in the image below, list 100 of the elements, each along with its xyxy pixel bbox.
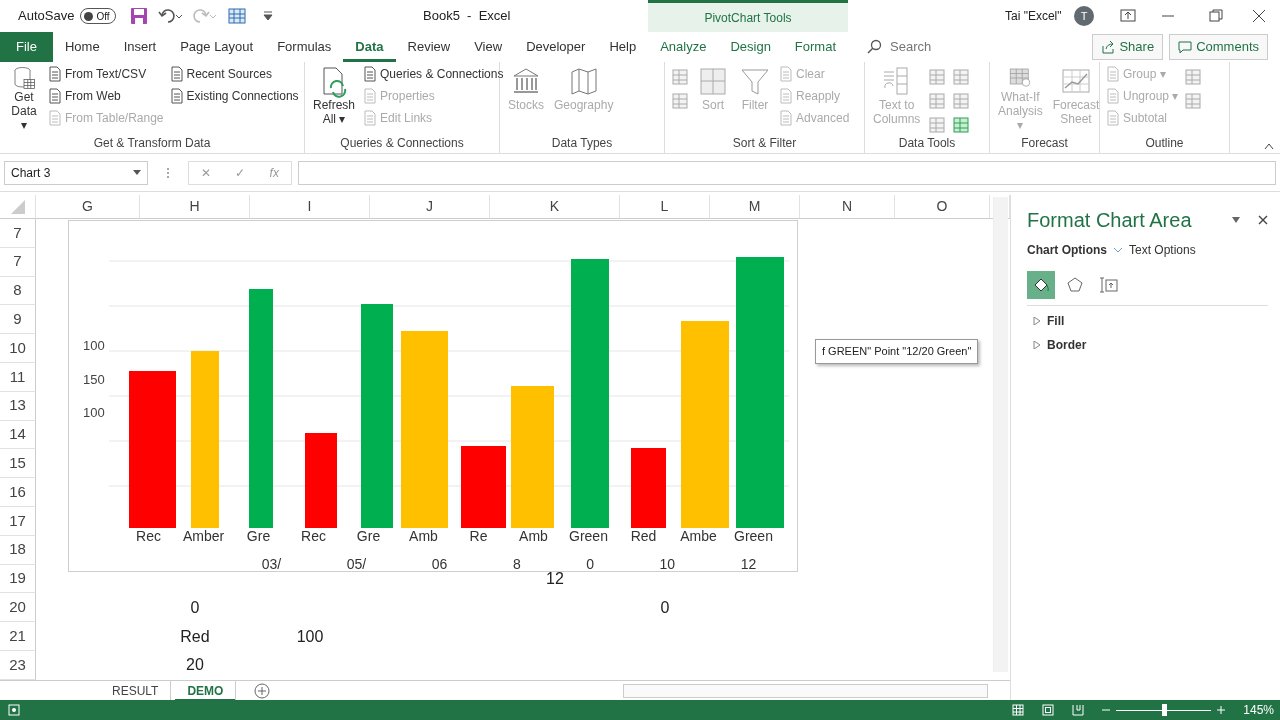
pane-section[interactable]: Fill <box>1033 312 1280 330</box>
page-break-icon[interactable] <box>1072 704 1085 716</box>
row-header[interactable]: 18 <box>0 535 36 565</box>
pane-icon-tab[interactable] <box>1027 271 1055 299</box>
autosave-label: AutoSave <box>18 7 75 26</box>
ribbon-tab[interactable]: Format <box>782 32 849 62</box>
add-sheet-icon[interactable] <box>254 682 271 699</box>
row-header[interactable]: 7 <box>0 219 36 248</box>
pane-tab[interactable]: Chart Options <box>1027 241 1107 259</box>
row-header[interactable]: 8 <box>0 276 36 306</box>
pane-title: Format Chart Area <box>1027 208 1192 233</box>
ribbon-tab[interactable]: Home <box>52 32 112 62</box>
ribbon-button[interactable]: Existing Connections <box>169 86 299 105</box>
column-header[interactable]: O <box>895 195 990 219</box>
axis-label: 100 <box>83 404 105 422</box>
comments-button[interactable]: Comments <box>1169 34 1268 60</box>
row-header[interactable]: 15 <box>0 449 36 479</box>
search-field[interactable]: Search <box>888 36 1039 58</box>
group-label: Data Tools <box>897 135 957 152</box>
category-label: Ambe <box>679 527 718 546</box>
ribbon-tab[interactable]: Page Layout <box>168 32 266 62</box>
ribbon-tab[interactable]: Help <box>597 32 649 62</box>
vertical-scrollbar[interactable] <box>993 197 1008 672</box>
chevron-icon[interactable] <box>1113 247 1123 253</box>
pane-section[interactable]: Border <box>1033 336 1280 354</box>
ribbon-tab[interactable]: Formulas <box>265 32 344 62</box>
undo-icon[interactable] <box>158 7 183 25</box>
row-header[interactable]: 23 <box>0 650 36 680</box>
ribbon-button[interactable]: Recent Sources <box>169 64 299 83</box>
pane-options-icon[interactable] <box>1232 217 1240 223</box>
chart-area[interactable]: 100 150 100 Rec Amber Gre Rec Gre Amb Re Amb Green Red Ambe Green 03/ 05/ 06 8 0 10 12 <box>68 220 798 572</box>
category-label: 10 <box>659 555 676 574</box>
table-cell-text: 0 <box>659 597 671 618</box>
row-header[interactable]: 14 <box>0 420 36 450</box>
group-label: Queries & Connections <box>339 135 465 152</box>
group-label: Sort & Filter <box>731 135 798 152</box>
name-box[interactable]: Chart 3 <box>4 160 148 185</box>
customize-icon[interactable] <box>262 10 275 22</box>
column-header[interactable]: I <box>250 195 370 219</box>
axis-label: 150 <box>83 370 105 389</box>
row-header[interactable]: 21 <box>0 622 36 651</box>
ribbon-tab[interactable]: Developer <box>514 32 598 62</box>
user-name: Tai "Excel" <box>1005 8 1062 25</box>
horizontal-scrollbar[interactable] <box>623 683 988 698</box>
pane-tab[interactable]: Text Options <box>1129 241 1196 259</box>
page-layout-icon[interactable] <box>1042 704 1055 716</box>
share-button[interactable]: Share <box>1092 34 1164 60</box>
ribbon-button[interactable]: From Web <box>48 86 164 105</box>
ribbon-tab[interactable]: Analyze <box>648 32 719 62</box>
zoom-in-icon[interactable] <box>1217 706 1226 714</box>
row-header[interactable]: 9 <box>0 305 36 335</box>
ribbon-display-icon[interactable] <box>1120 8 1136 23</box>
column-header[interactable]: H <box>140 195 250 219</box>
row-header[interactable]: 13 <box>0 391 36 421</box>
zoom-slider[interactable] <box>1161 703 1167 716</box>
category-label: 8 <box>512 555 521 574</box>
axis-label: 100 <box>83 337 105 355</box>
dropdown-icon <box>133 170 141 175</box>
search-icon[interactable] <box>866 39 883 55</box>
redo-icon[interactable] <box>192 7 217 25</box>
table-cell-text: Red <box>179 626 211 647</box>
collapse-ribbon-icon[interactable] <box>1264 142 1274 150</box>
row-header[interactable]: 10 <box>0 334 36 363</box>
row-header[interactable]: 20 <box>0 593 36 623</box>
ribbon-button[interactable]: From Text/CSV <box>48 64 164 83</box>
ribbon-tab[interactable]: Insert <box>111 32 169 62</box>
normal-view-icon[interactable] <box>1012 704 1025 716</box>
category-label: Green <box>733 527 774 546</box>
group-label: Outline <box>1144 135 1185 152</box>
save-icon[interactable] <box>130 7 149 25</box>
expand-icon <box>1033 317 1041 325</box>
column-header[interactable]: G <box>36 195 140 219</box>
ribbon-button[interactable]: Queries & Connections <box>363 64 504 83</box>
row-header[interactable]: 17 <box>0 506 36 536</box>
user-avatar[interactable]: T <box>1074 6 1094 26</box>
ribbon-tab[interactable]: File <box>0 32 53 62</box>
ribbon-tab[interactable]: Design <box>718 32 783 62</box>
row-header[interactable]: 11 <box>0 363 36 392</box>
group-label: Data Types <box>550 135 614 152</box>
column-header[interactable]: K <box>490 195 620 219</box>
ribbon-tab[interactable]: View <box>462 32 515 62</box>
formula-field[interactable] <box>298 160 1276 185</box>
row-header[interactable]: 7 <box>0 247 36 277</box>
category-label: 03/ <box>261 555 282 574</box>
close-icon[interactable] <box>1258 215 1268 225</box>
column-header[interactable]: J <box>370 195 490 219</box>
sheet-tab[interactable]: DEMO <box>175 680 237 701</box>
column-header[interactable]: N <box>800 195 895 219</box>
comment-icon <box>1178 40 1193 54</box>
row-header[interactable]: 19 <box>0 564 36 594</box>
ribbon-button[interactable]: Refresh All ▾ <box>311 64 358 134</box>
ribbon-tab[interactable]: Review <box>395 32 463 62</box>
row-header[interactable]: 16 <box>0 478 36 507</box>
ribbon-button[interactable]: Get Data ▾ <box>6 64 42 134</box>
close-icon[interactable] <box>1251 8 1267 23</box>
ribbon-tab[interactable]: Data <box>343 32 396 62</box>
select-all-icon[interactable] <box>10 199 25 214</box>
restore-icon[interactable] <box>1208 8 1224 23</box>
column-header[interactable]: M <box>710 195 800 219</box>
column-header[interactable]: L <box>620 195 710 219</box>
